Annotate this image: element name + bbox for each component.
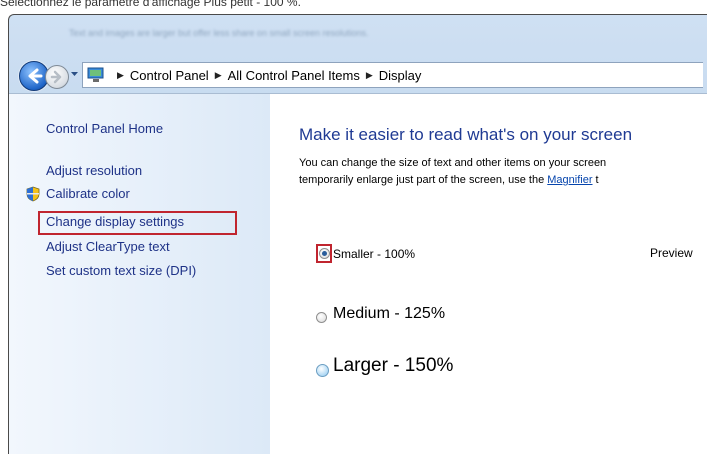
description-text-tail: t	[592, 174, 599, 186]
breadcrumb-arrow-icon[interactable]: ▶	[215, 70, 222, 81]
magnifier-link[interactable]: Magnifier	[547, 174, 592, 186]
back-arrow-icon	[28, 68, 43, 84]
calibrate-color-link[interactable]: Calibrate color	[46, 186, 130, 201]
set-custom-text-size-link[interactable]: Set custom text size (DPI)	[46, 263, 196, 278]
left-task-pane: Control Panel Home Adjust resolution Cal…	[9, 94, 270, 454]
highlight-change-display-settings	[38, 211, 237, 235]
description-line-1: You can change the size of text and othe…	[299, 157, 607, 169]
forward-button[interactable]	[45, 65, 69, 89]
recent-pages-dropdown-icon[interactable]	[70, 70, 79, 78]
instruction-caption: Sélectionnez le paramètre d'affichage Pl…	[0, 0, 301, 9]
description-text: temporarily enlarge just part of the scr…	[299, 174, 548, 186]
uac-shield-icon	[26, 186, 40, 202]
forward-arrow-icon	[50, 70, 62, 84]
breadcrumb-arrow-icon[interactable]: ▶	[366, 70, 373, 81]
adjust-cleartype-link[interactable]: Adjust ClearType text	[46, 239, 170, 254]
radio-medium[interactable]	[316, 312, 327, 323]
adjust-resolution-link[interactable]: Adjust resolution	[46, 163, 142, 178]
content-area: Control Panel Home Adjust resolution Cal…	[9, 93, 707, 454]
radio-larger[interactable]	[316, 364, 329, 377]
control-panel-window: Text and images are larger but offer les…	[8, 14, 707, 454]
page-title: Make it easier to read what's on your sc…	[299, 125, 633, 144]
address-bar[interactable]: ▶ Control Panel ▶ All Control Panel Item…	[82, 62, 703, 88]
page-description: You can change the size of text and othe…	[299, 155, 707, 189]
titlebar-text: Text and images are larger but offer les…	[69, 28, 369, 38]
breadcrumb-display[interactable]: Display	[379, 68, 422, 83]
navigation-bar: ▶ Control Panel ▶ All Control Panel Item…	[9, 57, 707, 91]
control-panel-home-link[interactable]: Control Panel Home	[46, 121, 163, 136]
option-medium-label[interactable]: Medium - 125%	[333, 305, 445, 323]
breadcrumb-all-items[interactable]: All Control Panel Items	[228, 68, 360, 83]
preview-label: Preview	[650, 246, 693, 260]
radio-smaller[interactable]	[319, 248, 330, 259]
control-panel-icon	[87, 67, 105, 83]
breadcrumb-control-panel[interactable]: Control Panel	[130, 68, 209, 83]
breadcrumb-arrow-icon[interactable]: ▶	[117, 70, 124, 81]
option-larger-label[interactable]: Larger - 150%	[333, 355, 453, 377]
option-smaller-label[interactable]: Smaller - 100%	[333, 247, 415, 261]
description-line-2: temporarily enlarge just part of the scr…	[299, 172, 707, 189]
